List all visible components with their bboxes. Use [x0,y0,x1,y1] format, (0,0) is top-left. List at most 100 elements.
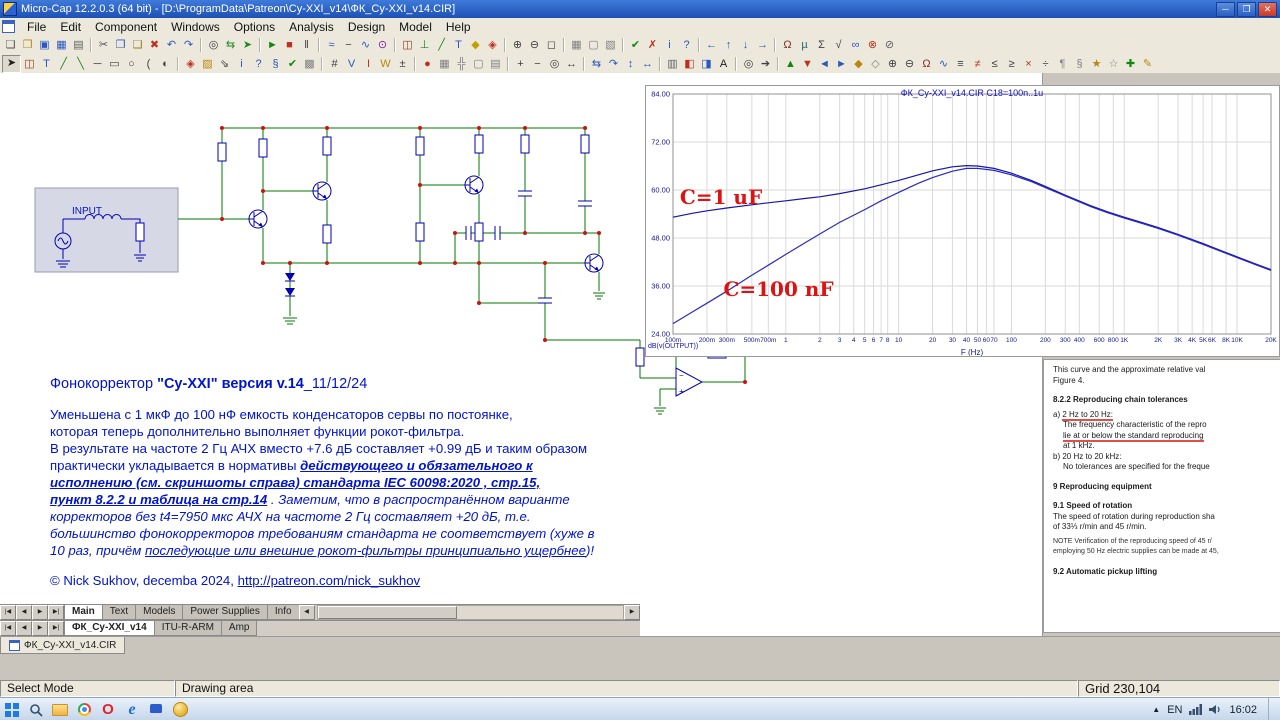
analysis-plot-window[interactable]: 84.0072.0060.0048.0036.0024.00100m200m30… [645,85,1280,357]
info-icon[interactable]: i [661,37,678,53]
search-button[interactable] [24,699,48,720]
menu-analysis[interactable]: Analysis [282,19,341,35]
plus-circle-icon[interactable]: ⊕ [884,56,901,72]
tray-expand-icon[interactable]: ▲ [1152,705,1160,714]
equiv-icon[interactable]: ≡ [952,56,969,72]
flip-x-icon[interactable]: ↔ [639,56,656,72]
page-nav-0[interactable]: |◀ [0,605,16,620]
transistor[interactable] [313,182,331,200]
schematic-annotation-text[interactable]: Фонокорректор "Су-XXI" версия v.14_11/12… [50,375,680,589]
slash-circle-icon[interactable]: ⊘ [881,37,898,53]
component-mode-icon[interactable]: ◫ [21,56,38,72]
shrink-icon[interactable]: − [529,56,546,72]
coin-icon[interactable] [168,699,192,720]
power-icon[interactable]: W [377,56,394,72]
opera-icon[interactable] [96,699,120,720]
pan-icon[interactable]: ↔ [563,56,580,72]
border-toggle-icon[interactable]: ▢ [470,56,487,72]
help-icon[interactable]: ? [678,37,695,53]
less-equal-icon[interactable]: ≤ [986,56,1003,72]
fit-page-icon[interactable]: ◻ [543,37,560,53]
zoom-area-icon[interactable]: ◎ [546,56,563,72]
save-all-icon[interactable]: ▦ [53,37,70,53]
cut-icon[interactable]: ✂ [95,37,112,53]
circuit-nav-2[interactable]: ▶ [32,621,48,636]
page-tab-Models[interactable]: Models [135,605,183,620]
right-triangle-icon[interactable]: ► [833,56,850,72]
print-icon[interactable]: ▤ [70,37,87,53]
text-mode-icon[interactable]: T [38,56,55,72]
divide-icon[interactable]: ÷ [1037,56,1054,72]
transient-icon[interactable]: ∿ [357,37,374,53]
cross-circle-icon[interactable]: ⊗ [864,37,881,53]
goto-icon[interactable]: ➔ [757,56,774,72]
link-icon[interactable]: § [267,56,284,72]
menu-windows[interactable]: Windows [164,19,227,35]
star-outline-icon[interactable]: ☆ [1105,56,1122,72]
color-bg-icon[interactable]: ◨ [698,56,715,72]
ohm-icon[interactable]: Ω [779,37,796,53]
check-ok-icon[interactable]: ✔ [627,37,644,53]
transistor[interactable] [249,210,267,228]
save-icon[interactable]: ▣ [36,37,53,53]
page-tab-Info[interactable]: Info [267,605,300,620]
rotate-icon[interactable]: ↷ [605,56,622,72]
sqrt-icon[interactable]: √ [830,37,847,53]
copy-icon[interactable]: ❐ [112,37,129,53]
select-mode-icon[interactable]: ➤ [2,55,21,73]
node-voltages-icon[interactable]: V [343,56,360,72]
run-icon[interactable]: ► [264,37,281,53]
not-equal-icon[interactable]: ≠ [969,56,986,72]
text-icon[interactable]: T [450,37,467,53]
scrollbar-thumb[interactable] [318,606,457,619]
open-file-icon[interactable]: ❒ [19,37,36,53]
ac-analysis-icon[interactable]: ≈ [323,37,340,53]
pencil-icon[interactable]: ✎ [1139,56,1156,72]
flag-mode-icon[interactable]: ◈ [182,56,199,72]
show-desktop-button[interactable] [1268,698,1274,720]
wire-icon[interactable]: ╱ [433,37,450,53]
scale-mode-icon[interactable]: ⇘ [216,56,233,72]
volume-icon[interactable] [1209,704,1222,715]
infinity-icon[interactable]: ∞ [847,37,864,53]
network-icon[interactable] [1189,704,1202,715]
scroll-right-button[interactable]: ▶ [624,605,640,620]
save-app-icon[interactable] [144,699,168,720]
page-nav-3[interactable]: ▶| [48,605,64,620]
page-tab-Main[interactable]: Main [64,605,103,620]
language-indicator[interactable]: EN [1167,704,1182,716]
new-file-icon[interactable]: ❏ [2,37,19,53]
circuit-nav-1[interactable]: ◀ [16,621,32,636]
circuit-nav-3[interactable]: ▶| [48,621,64,636]
font-icon[interactable]: A [715,56,732,72]
ohm2-icon[interactable]: Ω [918,56,935,72]
grid-toggle-icon[interactable]: ▦ [436,56,453,72]
menu-options[interactable]: Options [227,19,282,35]
up-triangle-icon[interactable]: ▲ [782,56,799,72]
check-no-icon[interactable]: ✗ [644,37,661,53]
left-triangle-icon[interactable]: ◄ [816,56,833,72]
clock[interactable]: 16:02 [1229,704,1257,716]
micro-icon[interactable]: µ [796,37,813,53]
picture-icon[interactable]: ▨ [199,56,216,72]
document-icon[interactable] [2,20,15,33]
help-mode-icon[interactable]: ? [250,56,267,72]
title-block-icon[interactable]: ▧ [602,37,619,53]
menu-file[interactable]: File [20,19,53,35]
page-nav-2[interactable]: ▶ [32,605,48,620]
find-icon[interactable]: ◎ [205,37,222,53]
flip-y-icon[interactable]: ↕ [622,56,639,72]
info-mode-icon[interactable]: i [233,56,250,72]
pie-mode-icon[interactable]: ◐ [157,56,174,72]
pause-icon[interactable]: ‖ [298,37,315,53]
transistor[interactable] [585,254,603,272]
menu-design[interactable]: Design [341,19,392,35]
wire-mode-icon[interactable]: ╱ [55,56,72,72]
greater-equal-icon[interactable]: ≥ [1003,56,1020,72]
pin-connections-icon[interactable]: ● [419,56,436,72]
arc-mode-icon[interactable]: ( [140,56,157,72]
circuit-tab-ITU-R-ARM[interactable]: ITU-R-ARM [154,621,222,636]
input-source-box[interactable]: INPUT [35,188,178,272]
circuit-nav-0[interactable]: |◀ [0,621,16,636]
ground-icon[interactable]: ⊥ [416,37,433,53]
